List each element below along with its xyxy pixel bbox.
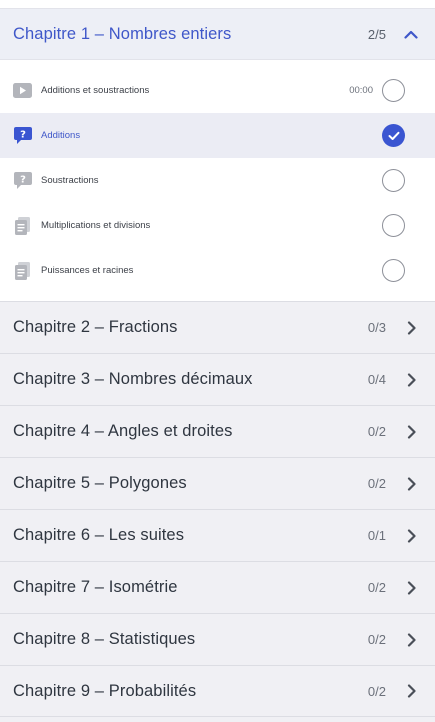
lesson-duration: 00:00 [349,85,373,96]
chevron-right-icon[interactable] [400,577,422,599]
chapter-title: Chapitre 9 – Probabilités [13,681,197,700]
lesson-item[interactable]: ? Soustractions [0,158,435,203]
chapter-title: Chapitre 1 – Nombres entiers [13,24,232,43]
document-icon [13,261,32,280]
lesson-item-active[interactable]: ? Additions [0,113,435,158]
chapter-progress: 0/1 [367,528,386,543]
chevron-right-icon[interactable] [400,317,422,339]
chapter-8-header[interactable]: Chapitre 8 – Statistiques 0/2 [0,613,435,665]
lesson-item[interactable]: Multiplications et divisions [0,203,435,248]
chapter-progress: 0/2 [367,424,386,439]
chapter-6-header[interactable]: Chapitre 6 – Les suites 0/1 [0,509,435,561]
course-outline: Chapitre 1 – Nombres entiers 2/5 Additio… [0,8,435,717]
chevron-right-icon[interactable] [400,473,422,495]
completion-toggle[interactable] [382,214,405,237]
chevron-right-icon[interactable] [400,369,422,391]
chapter-progress: 0/2 [367,580,386,595]
lesson-item[interactable]: Puissances et racines [0,248,435,293]
chapter-title: Chapitre 5 – Polygones [13,474,187,492]
chapter-title: Chapitre 4 – Angles et droites [13,422,233,440]
chevron-right-icon[interactable] [400,421,422,443]
chapter-progress: 2/5 [367,26,386,42]
chapter-4-header[interactable]: Chapitre 4 – Angles et droites 0/2 [0,405,435,457]
document-icon [13,216,32,235]
lesson-item[interactable]: Additions et soustractions 00:00 [0,68,435,113]
chapter-progress: 0/4 [367,372,386,387]
chapter-progress: 0/2 [367,683,386,699]
lesson-label: Puissances et racines [41,265,134,276]
chevron-right-icon[interactable] [400,680,422,702]
chapter-title: Chapitre 8 – Statistiques [13,630,196,648]
chapter-progress: 0/2 [367,632,386,647]
chevron-right-icon[interactable] [400,629,422,651]
completion-toggle[interactable] [382,259,405,282]
chevron-up-icon[interactable] [400,23,422,45]
video-icon [13,81,32,100]
chapter-progress: 0/2 [367,476,386,491]
chapter-7-header[interactable]: Chapitre 7 – Isométrie 0/2 [0,561,435,613]
quiz-icon: ? [13,171,32,190]
completion-toggle[interactable] [382,169,405,192]
lesson-label: Additions [41,130,81,141]
chapter-progress: 0/3 [367,320,386,335]
chapter-title: Chapitre 2 – Fractions [13,318,178,336]
chapter-title: Chapitre 6 – Les suites [13,526,185,544]
quiz-icon: ? [13,126,32,145]
lesson-label: Soustractions [41,175,99,186]
check-icon [388,131,399,140]
lesson-label: Multiplications et divisions [41,220,151,231]
chevron-right-icon[interactable] [400,525,422,547]
chapter-5-header[interactable]: Chapitre 5 – Polygones 0/2 [0,457,435,509]
top-strip [0,0,435,8]
svg-text:?: ? [20,175,26,186]
chapter-3-header[interactable]: Chapitre 3 – Nombres décimaux 0/4 [0,353,435,405]
completion-toggle-checked[interactable] [382,124,405,147]
chapter-2-header[interactable]: Chapitre 2 – Fractions 0/3 [0,301,435,353]
completion-toggle[interactable] [382,79,405,102]
chapter-title: Chapitre 7 – Isométrie [13,578,178,596]
svg-text:?: ? [20,130,26,141]
chapter-1-header[interactable]: Chapitre 1 – Nombres entiers 2/5 [0,8,435,60]
lesson-list: Additions et soustractions 00:00 ? Addit… [0,60,435,301]
chapter-9-header[interactable]: Chapitre 9 – Probabilités 0/2 [0,665,435,717]
chapter-title: Chapitre 3 – Nombres décimaux [13,370,253,388]
lesson-label: Additions et soustractions [41,85,150,96]
